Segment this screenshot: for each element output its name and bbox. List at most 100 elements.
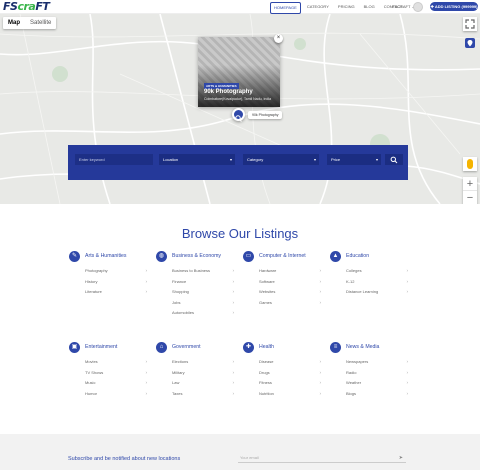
list-item[interactable]: Nutrition › (259, 389, 325, 400)
email-placeholder: Your email (240, 455, 259, 460)
user-menu[interactable]: FSCRAFT ⌄ (392, 4, 415, 9)
list-item[interactable]: Games › (259, 298, 325, 309)
list-item[interactable]: K-12 › (346, 277, 412, 288)
site-logo[interactable]: FScraFT (3, 0, 50, 14)
list-item[interactable]: Military › (172, 368, 238, 379)
list-item[interactable]: Newspapers › (346, 357, 412, 368)
category-title[interactable]: Entertainment (85, 344, 117, 350)
category-news-media: ≡ News & Media Newspapers › Radio › Weathe… (330, 342, 412, 399)
search-icon (390, 156, 398, 163)
film-icon: ▣ (69, 342, 80, 353)
subscribe-text: Subscribe and be notified about new loca… (68, 456, 181, 462)
list-item[interactable]: Blogs › (346, 389, 412, 400)
list-item[interactable]: Taxes › (172, 389, 238, 400)
location-label: Location (163, 157, 179, 162)
tab-satellite[interactable]: Satellite (25, 17, 56, 29)
map-type-tabs: Map Satellite (3, 17, 57, 29)
chevron-right-icon: › (145, 380, 148, 385)
chevron-right-icon: › (319, 359, 322, 364)
list-item[interactable]: Music › (85, 378, 151, 389)
send-icon[interactable]: ➤ (399, 453, 403, 463)
category-title[interactable]: Computer & Internet (259, 253, 306, 259)
nav-blog[interactable]: BLOG (361, 2, 378, 14)
location-select[interactable]: Location ▾ (159, 154, 235, 165)
chevron-right-icon: › (406, 268, 409, 273)
category-title[interactable]: News & Media (346, 344, 379, 350)
chevron-right-icon: › (319, 369, 322, 375)
price-select[interactable]: Price ▾ (327, 154, 381, 165)
list-item[interactable]: Business to Business › (172, 266, 238, 277)
list-item[interactable]: Photography › (85, 266, 151, 277)
list-item[interactable]: Humor › (85, 389, 151, 400)
list-item[interactable]: Weather › (346, 378, 412, 389)
category-title[interactable]: Business & Economy (172, 253, 221, 259)
category-select[interactable]: Category ▾ (243, 154, 319, 165)
nav-homepage[interactable]: HOMEPAGE (270, 2, 301, 14)
my-location-button[interactable] (465, 38, 475, 48)
chevron-right-icon: › (232, 289, 235, 294)
chevron-right-icon: › (406, 390, 409, 396)
chevron-right-icon: › (145, 369, 148, 375)
marker-label[interactable]: 90k Photography (248, 111, 283, 119)
list-item[interactable]: Shopping › (172, 287, 238, 298)
category-government: ⌂ Government Elections › Military › Law › T… (156, 342, 238, 399)
chevron-right-icon: › (145, 278, 148, 284)
category-title[interactable]: Arts & Humanities (85, 253, 127, 259)
chevron-right-icon: › (145, 390, 148, 396)
chevron-right-icon: › (145, 289, 148, 294)
list-item[interactable]: TV Shows › (85, 368, 151, 379)
street-view-pegman[interactable] (463, 157, 477, 171)
subscribe-footer: Subscribe and be notified about new loca… (0, 434, 480, 470)
search-button[interactable] (385, 154, 403, 165)
list-item[interactable]: Movies › (85, 357, 151, 368)
popup-address: Coimbatore(Kovaipudur), Tamil Nadu, Indi… (204, 97, 272, 101)
list-item[interactable]: Radio › (346, 368, 412, 379)
category-title[interactable]: Government (172, 344, 201, 350)
category-title[interactable]: Education (346, 253, 369, 259)
list-item[interactable]: Software › (259, 277, 325, 288)
list-item[interactable]: Disease › (259, 357, 325, 368)
search-bar: Enter keyword Location ▾ Category ▾ Pric… (68, 145, 408, 180)
chevron-right-icon: › (232, 359, 235, 364)
list-item[interactable]: Colleges › (346, 266, 412, 277)
list-item[interactable]: Literature › (85, 287, 151, 298)
list-item[interactable]: Automobiles › (172, 308, 238, 319)
map-marker[interactable] (232, 108, 245, 122)
avatar[interactable] (413, 2, 423, 12)
graduation-cap-icon: ▲ (330, 251, 341, 262)
keyword-input[interactable]: Enter keyword (75, 154, 153, 165)
list-item[interactable]: Distance Learning › (346, 287, 412, 298)
zoom-controls: + − (463, 177, 477, 204)
zoom-in-button[interactable]: + (463, 177, 477, 191)
newspaper-icon: ≡ (330, 342, 341, 353)
list-item[interactable]: Fitness › (259, 378, 325, 389)
fullscreen-button[interactable] (463, 17, 477, 31)
chevron-right-icon: › (145, 268, 148, 273)
chevron-right-icon: › (319, 299, 322, 305)
globe-icon: ◍ (156, 251, 167, 262)
list-item[interactable]: Law › (172, 378, 238, 389)
list-item[interactable]: Hardware › (259, 266, 325, 277)
nav-pricing[interactable]: PRICING (335, 2, 358, 14)
tab-map[interactable]: Map (3, 17, 25, 29)
building-icon: ⌂ (156, 342, 167, 353)
list-item[interactable]: History › (85, 277, 151, 288)
list-item[interactable]: Jobs › (172, 298, 238, 309)
popup-close-button[interactable]: × (274, 34, 283, 43)
list-item[interactable]: Elections › (172, 357, 238, 368)
category-arts-humanities: ✎ Arts & Humanities Photography › History… (69, 251, 151, 298)
popup-title[interactable]: 90k Photography (204, 89, 253, 95)
email-field[interactable]: Your email ➤ (238, 453, 406, 463)
list-item[interactable]: Finance › (172, 277, 238, 288)
chevron-right-icon: › (406, 380, 409, 385)
add-listing-button[interactable]: ✚ ADD LISTING (999999) (430, 2, 478, 11)
zoom-out-button[interactable]: − (463, 191, 477, 204)
chevron-right-icon: › (406, 369, 409, 375)
category-title[interactable]: Health (259, 344, 274, 350)
chevron-right-icon: › (232, 390, 235, 396)
nav-category[interactable]: CATEGORY (304, 2, 332, 14)
list-item[interactable]: Websites › (259, 287, 325, 298)
list-item[interactable]: Drugs › (259, 368, 325, 379)
category-health: ✚ Health Disease › Drugs › Fitness › Nutrit… (243, 342, 325, 399)
map-popup-card[interactable]: ARTS & HUMANITIES 90k Photography Coimba… (198, 37, 280, 107)
